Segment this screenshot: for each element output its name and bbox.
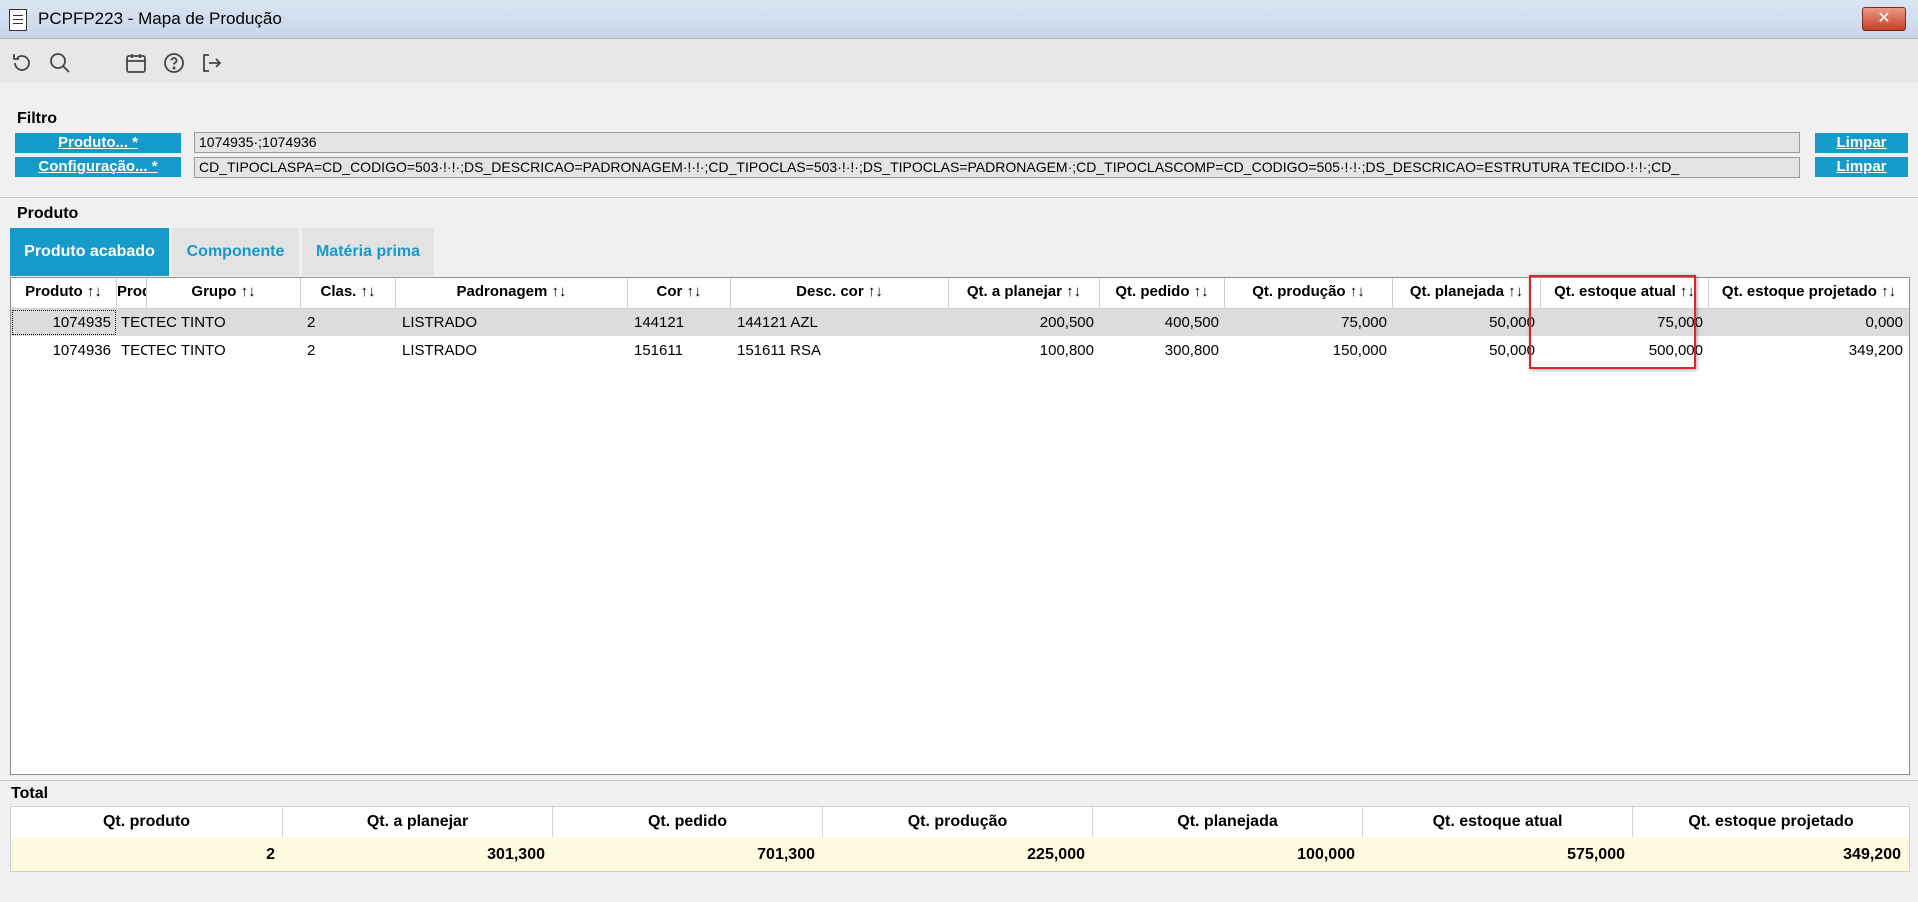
cell-qt-estoque-projetado: 349,200 [1848,342,1903,359]
table-row[interactable]: 1074936 TEC TEC TINTO 2 LISTRADO 151611 … [11,337,1909,364]
product-grid: Produto ↑↓ Produto Grupo ↑↓ Clas. ↑↓ Pad… [10,277,1910,775]
total-header: Qt. produto [11,807,283,837]
cell-qt-estoque-atual: 75,000 [1657,314,1703,331]
tab-produto-acabado[interactable]: Produto acabado [10,228,169,276]
exit-icon[interactable] [199,51,223,75]
totals-table: Qt. produto Qt. a planejar Qt. pedido Qt… [10,806,1910,872]
help-icon[interactable] [162,51,186,75]
cell-cor: 144121 [634,314,685,331]
cell-padronagem: LISTRADO [402,314,478,331]
cell-produto-desc: TEC [121,342,147,359]
filter-section-label: Filtro [17,110,57,127]
col-qt-estoque-atual[interactable]: Qt. estoque atual ↑↓ [1541,278,1709,308]
col-qt-planejada[interactable]: Qt. planejada ↑↓ [1393,278,1541,308]
cell-produto: 1074936 [52,342,111,359]
col-padronagem[interactable]: Padronagem ↑↓ [396,278,628,308]
cell-clas: 2 [307,314,316,331]
col-produto[interactable]: Produto ↑↓ [11,278,117,308]
cell-grupo: TEC TINTO [147,342,226,359]
total-header: Qt. estoque projetado [1688,813,1854,830]
produto-section-label: Produto [17,205,79,222]
cell-qt-pedido: 300,800 [1164,342,1219,359]
cell-qt-planejada: 50,000 [1489,314,1535,331]
cell-cor: 151611 [634,342,683,359]
total-header: Qt. a planejar [283,807,553,837]
calendar-icon[interactable] [124,51,148,75]
cell-qt-producao: 150,000 [1332,342,1387,359]
col-cor[interactable]: Cor ↑↓ [628,278,731,308]
cell-qt-planejada: 50,000 [1489,342,1535,359]
refresh-icon[interactable] [10,51,34,75]
totals-values-row: 2 301,300 701,300 225,000 100,000 575,00… [11,838,1909,871]
search-icon[interactable] [48,51,72,75]
close-button[interactable]: ✕ [1862,7,1906,31]
window-title: PCPFP223 - Mapa de Produção [38,9,282,28]
table-row[interactable]: 1074935 TEC TEC TINTO 2 LISTRADO 144121 … [11,309,1909,336]
cell-padronagem: LISTRADO [402,342,478,359]
col-desc-cor[interactable]: Desc. cor ↑↓ [731,278,949,308]
cell-desc-cor: 144121 AZL [737,314,818,331]
limpar-produto-button[interactable]: Limpar [1815,133,1908,153]
cell-grupo: TEC TINTO [147,314,226,331]
col-qt-estoque-projetado[interactable]: Qt. estoque projetado ↑↓ [1709,278,1909,308]
toolbar [0,39,1918,83]
limpar-label: Limpar [1836,134,1887,151]
total-value: 575,000 [1567,846,1625,863]
cell-qt-estoque-atual: 500,000 [1648,342,1703,359]
total-value: 349,200 [1843,846,1901,863]
cell-qt-pedido: 400,500 [1164,314,1219,331]
cell-qt-estoque-projetado: 0,000 [1865,314,1903,331]
cell-qt-a-planejar: 100,800 [1039,342,1094,359]
total-value: 225,000 [1027,846,1085,863]
total-value: 301,300 [487,846,545,863]
col-qt-producao[interactable]: Qt. produção ↑↓ [1225,278,1393,308]
divider [0,197,1918,198]
col-qt-pedido[interactable]: Qt. pedido ↑↓ [1100,278,1225,308]
document-icon [9,9,27,31]
produto-filter-button[interactable]: Produto... * [15,133,181,153]
tab-componente[interactable]: Componente [172,228,299,276]
cell-desc-cor: 151611 RSA [737,342,821,359]
limpar-configuracao-button[interactable]: Limpar [1815,157,1908,177]
configuracao-filter-field[interactable]: CD_TIPOCLASPA=CD_CODIGO=503·!·!·;DS_DESC… [194,157,1800,178]
total-value: 701,300 [757,846,815,863]
total-header: Qt. pedido [553,807,823,837]
cell-produto: 1074935 [11,309,117,336]
divider [0,780,1918,781]
total-header: Qt. produção [823,807,1093,837]
total-value: 100,000 [1297,846,1355,863]
tab-materia-prima[interactable]: Matéria prima [302,228,434,276]
col-clas[interactable]: Clas. ↑↓ [301,278,396,308]
cell-qt-producao: 75,000 [1341,314,1387,331]
limpar-label: Limpar [1836,158,1887,175]
grid-header: Produto ↑↓ Produto Grupo ↑↓ Clas. ↑↓ Pad… [11,278,1909,309]
total-header: Qt. estoque atual [1363,807,1633,837]
col-qt-a-planejar[interactable]: Qt. a planejar ↑↓ [949,278,1100,308]
col-grupo[interactable]: Grupo ↑↓ [147,278,301,308]
cell-clas: 2 [307,342,316,359]
configuracao-filter-button[interactable]: Configuração... * [15,157,181,177]
col-produto-desc[interactable]: Produto [117,278,147,308]
total-header: Qt. planejada [1093,807,1363,837]
produto-filter-field[interactable]: 1074935·;1074936 [194,132,1800,153]
total-section-label: Total [11,785,49,802]
title-bar: PCPFP223 - Mapa de Produção ✕ [0,0,1918,39]
cell-qt-a-planejar: 200,500 [1039,314,1094,331]
cell-produto-desc: TEC [121,314,147,331]
total-value: 2 [266,846,275,863]
